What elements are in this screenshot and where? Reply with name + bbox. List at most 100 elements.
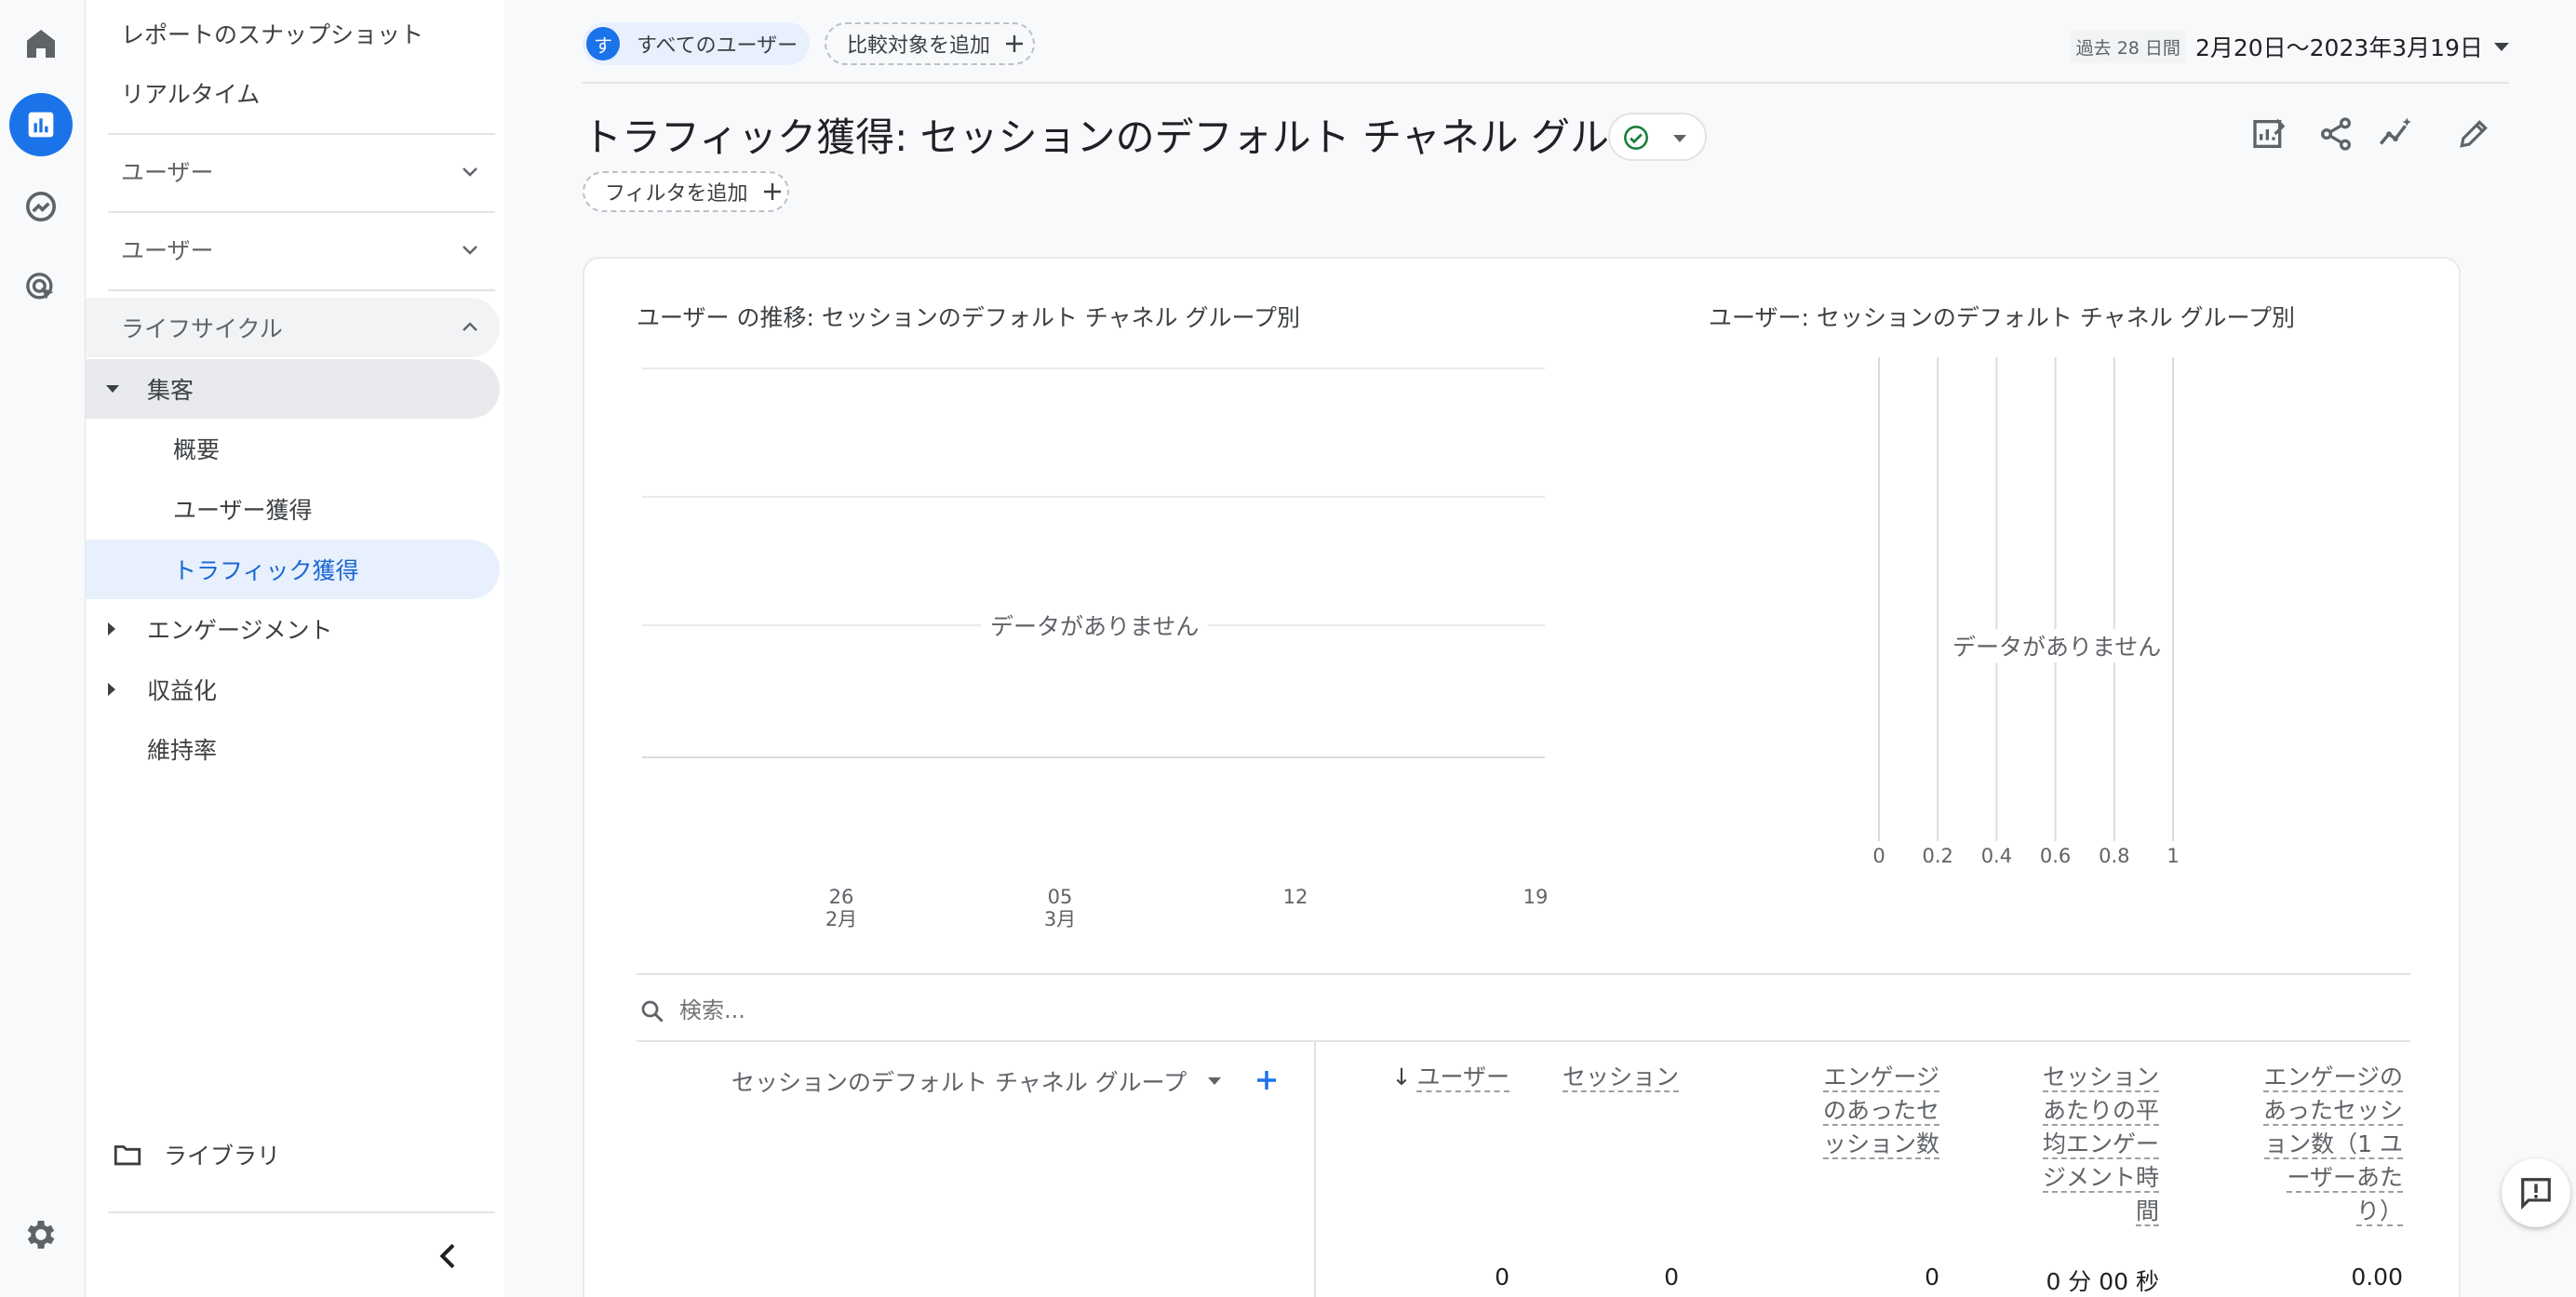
x-tick-label: 05 3月 bbox=[1041, 886, 1079, 932]
column-header-avg-engagement-time[interactable]: セッションあたりの平均エンゲージメント時間 bbox=[2042, 1061, 2159, 1228]
dropdown-arrow-icon bbox=[1673, 135, 1686, 142]
nav-item-label: 維持率 bbox=[147, 737, 218, 764]
add-comparison-button[interactable]: 比較対象を追加 bbox=[825, 22, 1035, 65]
expanded-arrow-icon bbox=[106, 385, 119, 393]
nav-item-label: 概要 bbox=[173, 436, 221, 463]
line-chart-title: ユーザー の推移: セッションのデフォルト チャネル グループ別 bbox=[637, 304, 1300, 331]
plus-icon bbox=[763, 183, 781, 200]
nav-section-user-1[interactable]: ユーザー bbox=[86, 141, 500, 201]
nav-item-retention[interactable]: 維持率 bbox=[86, 719, 500, 779]
column-header-engaged-sessions[interactable]: エンゲージのあったセッション数 bbox=[1822, 1061, 1939, 1161]
x-tick-label: 12 bbox=[1277, 886, 1314, 908]
x-tick-label: 0.8 bbox=[2099, 845, 2130, 867]
column-header-engaged-per-user[interactable]: エンゲージのあったセッション数（1 ユーザーあたり） bbox=[2261, 1061, 2403, 1228]
report-status-button[interactable] bbox=[1608, 113, 1707, 161]
add-dimension-plus-icon[interactable] bbox=[1253, 1066, 1281, 1094]
advertising-button[interactable] bbox=[9, 256, 73, 319]
nav-item-overview[interactable]: 概要 bbox=[86, 419, 500, 478]
customize-report-button[interactable] bbox=[2245, 110, 2293, 158]
collapsed-arrow-icon bbox=[108, 622, 115, 635]
add-filter-label: フィルタを追加 bbox=[605, 182, 748, 206]
dimension-dropdown-icon[interactable] bbox=[1208, 1077, 1221, 1085]
dropdown-arrow-icon bbox=[2494, 42, 2509, 51]
x-tick-day: 12 bbox=[1282, 886, 1308, 908]
nav-section-label: ユーザー bbox=[121, 237, 214, 264]
nav-item-label: トラフィック獲得 bbox=[173, 557, 359, 584]
total-users: 0 bbox=[1495, 1264, 1509, 1290]
home-button[interactable] bbox=[9, 12, 73, 75]
nav-item-traffic-acquisition[interactable]: トラフィック獲得 bbox=[86, 540, 500, 599]
column-divider bbox=[1314, 1042, 1316, 1297]
explore-icon bbox=[26, 192, 56, 221]
report-card: ユーザー の推移: セッションのデフォルト チャネル グループ別 データがありま… bbox=[583, 257, 2461, 1297]
insights-button[interactable] bbox=[2371, 110, 2420, 158]
column-header-sessions[interactable]: セッション bbox=[1552, 1061, 1679, 1094]
nav-item-library[interactable]: ライブラリ bbox=[86, 1125, 500, 1184]
nav-section-lifecycle[interactable]: ライフサイクル bbox=[86, 298, 500, 357]
date-range-selector[interactable]: 過去 28 日間 2月20日～2023年3月19日 bbox=[2070, 28, 2509, 65]
total-engaged-sessions: 0 bbox=[1925, 1264, 1939, 1290]
home-icon bbox=[27, 30, 55, 58]
column-header-label: エンゲージのあったセッション数（1 ユーザーあたり） bbox=[2262, 1063, 2403, 1226]
line-chart-baseline bbox=[642, 756, 1545, 758]
segment-chip[interactable]: す すべてのユーザー bbox=[583, 22, 810, 65]
nav-item-label: ライブラリ bbox=[164, 1143, 281, 1170]
x-tick-month: 3月 bbox=[1043, 908, 1077, 930]
nav-item-engagement[interactable]: エンゲージメント bbox=[86, 599, 500, 659]
nav-item-label: レポートのスナップショット bbox=[121, 21, 424, 48]
nav-divider bbox=[108, 1211, 495, 1213]
page-title: トラフィック獲得: セッションのデフォルト チャネル グループ bbox=[583, 114, 1685, 160]
date-range-value: 2月20日～2023年3月19日 bbox=[2194, 34, 2483, 61]
nav-item-monetization[interactable]: 収益化 bbox=[86, 660, 500, 719]
insights-icon bbox=[2379, 117, 2411, 145]
explore-button[interactable] bbox=[9, 175, 73, 238]
nav-divider bbox=[108, 133, 495, 135]
dimension-header[interactable]: セッションのデフォルト チャネル グループ bbox=[731, 1064, 1187, 1098]
nav-section-label: ユーザー bbox=[121, 159, 214, 186]
header-divider bbox=[583, 82, 2509, 84]
nav-item-label: 集客 bbox=[147, 377, 195, 404]
table-search-input[interactable] bbox=[679, 990, 1517, 1031]
nav-item-label: ユーザー獲得 bbox=[173, 497, 313, 524]
bar-chart-x-axis: 0 0.2 0.4 0.6 0.8 1 bbox=[1872, 845, 2189, 873]
report-navigation: レポートのスナップショット リアルタイム ユーザー ユーザー ライフサイクル 集… bbox=[86, 0, 504, 1297]
reports-button[interactable] bbox=[9, 93, 73, 156]
nav-item-snapshot[interactable]: レポートのスナップショット bbox=[86, 4, 500, 63]
line-chart-no-data: データがありません bbox=[981, 608, 1209, 642]
chevron-left-icon bbox=[439, 1243, 455, 1269]
bar-chart-no-data: データがありません bbox=[1943, 629, 2171, 662]
collapse-nav-button[interactable] bbox=[430, 1237, 467, 1275]
add-filter-button[interactable]: フィルタを追加 bbox=[583, 171, 789, 212]
chevron-down-icon bbox=[463, 167, 477, 177]
nav-item-label: リアルタイム bbox=[121, 81, 261, 108]
admin-button[interactable] bbox=[9, 1203, 73, 1266]
total-sessions: 0 bbox=[1664, 1264, 1679, 1290]
gear-icon bbox=[27, 1221, 55, 1249]
total-engaged-per-user: 0.00 bbox=[2351, 1264, 2403, 1290]
date-range-prefix: 過去 28 日間 bbox=[2070, 30, 2186, 63]
divider bbox=[637, 1040, 2410, 1042]
chevron-up-icon bbox=[463, 322, 477, 331]
share-icon bbox=[2321, 117, 2351, 151]
nav-section-user-2[interactable]: ユーザー bbox=[86, 220, 500, 279]
nav-item-user-acquisition[interactable]: ユーザー獲得 bbox=[86, 479, 500, 539]
column-header-label: セッションあたりの平均エンゲージメント時間 bbox=[2042, 1063, 2159, 1226]
edit-chart-icon bbox=[2253, 118, 2286, 148]
pencil-icon bbox=[2460, 120, 2488, 148]
x-tick-label: 1 bbox=[2167, 845, 2180, 867]
sort-desc-icon: ↓ bbox=[1391, 1063, 1412, 1090]
report-header: す すべてのユーザー 比較対象を追加 過去 28 日間 2月20日～2023年3… bbox=[583, 20, 2509, 71]
column-header-users[interactable]: ↓ ユーザー bbox=[1383, 1061, 1509, 1094]
column-header-label: セッション bbox=[1562, 1063, 1679, 1092]
nav-divider bbox=[108, 211, 495, 213]
feedback-button[interactable] bbox=[2502, 1158, 2570, 1227]
edit-button[interactable] bbox=[2449, 110, 2498, 158]
nav-item-label: エンゲージメント bbox=[147, 617, 333, 644]
bar-chart-icon bbox=[28, 112, 54, 138]
add-comparison-label: 比較対象を追加 bbox=[847, 34, 991, 58]
segment-label: すべてのユーザー bbox=[637, 34, 798, 58]
nav-item-realtime[interactable]: リアルタイム bbox=[86, 63, 500, 123]
share-button[interactable] bbox=[2312, 110, 2360, 158]
nav-item-label: 収益化 bbox=[147, 677, 218, 704]
nav-item-acquisition[interactable]: 集客 bbox=[86, 359, 500, 419]
